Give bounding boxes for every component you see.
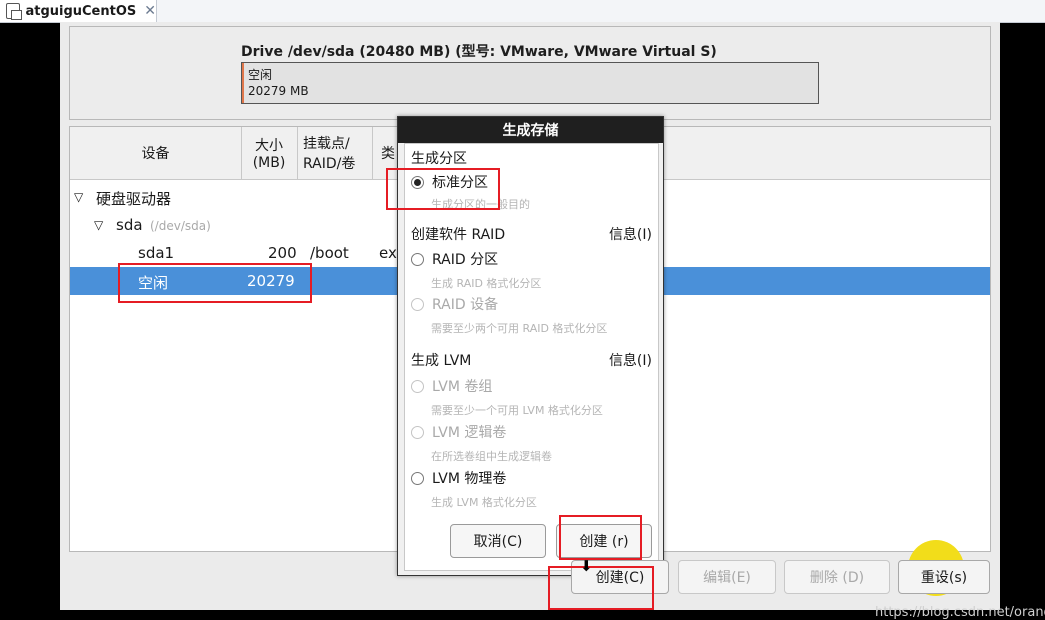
row-size: 200 bbox=[268, 244, 297, 262]
vm-icon bbox=[6, 3, 23, 20]
row-device: sda1 bbox=[138, 244, 175, 262]
opt-lvm-physical-label: LVM 物理卷 bbox=[432, 471, 507, 487]
down-arrow-icon: ⬇ bbox=[580, 557, 593, 575]
close-icon[interactable]: ✕ bbox=[144, 3, 156, 19]
row-mount: /boot bbox=[310, 244, 349, 262]
opt-lvm-group-label: LVM 卷组 bbox=[432, 379, 493, 395]
edit-button[interactable]: 编辑(E) bbox=[678, 560, 776, 594]
radio-icon bbox=[411, 471, 424, 485]
radio-lvm-physical[interactable]: LVM 物理卷 bbox=[411, 468, 506, 488]
radio-icon bbox=[411, 425, 424, 439]
dialog-title: 生成存储 bbox=[398, 117, 663, 143]
radio-lvm-logical: LVM 逻辑卷 bbox=[411, 422, 506, 442]
opt-lvm-logical-desc: 在所选卷组中生成逻辑卷 bbox=[431, 450, 552, 463]
sda-label: sda bbox=[116, 216, 143, 234]
col-mount[interactable]: 挂载点/ RAID/卷 bbox=[297, 127, 373, 179]
opt-lvm-logical-label: LVM 逻辑卷 bbox=[432, 425, 507, 441]
col-mount-label-1: 挂载点/ bbox=[303, 136, 350, 152]
opt-lvm-group-desc: 需要至少一个可用 LVM 格式化分区 bbox=[431, 404, 603, 417]
vm-screen: Drive /dev/sda (20480 MB) (型号: VMware, V… bbox=[60, 22, 1045, 620]
tab-vm[interactable]: atguiguCentOS ✕ bbox=[0, 0, 157, 22]
highlight-standard-partition bbox=[386, 168, 500, 210]
watermark: https://blog.csdn.net/orangerfun bbox=[875, 605, 1045, 620]
section-raid: 创建软件 RAID bbox=[411, 227, 506, 243]
expand-triangle-icon[interactable]: ▽ bbox=[94, 218, 103, 232]
opt-lvm-physical-desc: 生成 LVM 格式化分区 bbox=[431, 496, 537, 509]
cancel-button[interactable]: 取消(C) bbox=[450, 524, 546, 558]
drive-bar: 空闲 20279 MB bbox=[241, 62, 819, 104]
tab-title: atguiguCentOS bbox=[25, 3, 137, 19]
free-segment-label: 空闲 20279 MB bbox=[248, 67, 309, 99]
col-mount-label-2: RAID/卷 bbox=[303, 156, 356, 172]
opt-raid-partition-desc: 生成 RAID 格式化分区 bbox=[431, 277, 542, 290]
tree-root-label: 硬盘驱动器 bbox=[96, 190, 172, 208]
highlight-free-row bbox=[118, 263, 312, 303]
expand-triangle-icon[interactable]: ▽ bbox=[74, 190, 83, 204]
radio-raid-device: RAID 设备 bbox=[411, 294, 498, 314]
free-size: 20279 MB bbox=[248, 84, 309, 98]
lvm-info-button[interactable]: 信息(I) bbox=[609, 350, 652, 370]
opt-raid-device-label: RAID 设备 bbox=[432, 297, 499, 313]
section-lvm: 生成 LVM bbox=[411, 353, 472, 369]
col-size[interactable]: 大小 (MB) bbox=[241, 127, 298, 179]
radio-lvm-group: LVM 卷组 bbox=[411, 376, 492, 396]
reset-button[interactable]: 重设(s) bbox=[898, 560, 990, 594]
delete-button[interactable]: 删除 (D) bbox=[784, 560, 890, 594]
col-device[interactable]: 设备 bbox=[70, 127, 242, 179]
col-device-label: 设备 bbox=[141, 146, 170, 162]
drive-panel: Drive /dev/sda (20480 MB) (型号: VMware, V… bbox=[69, 26, 991, 120]
highlight-bottom-create bbox=[548, 566, 654, 610]
radio-icon bbox=[411, 297, 424, 311]
col-type-label: 类 bbox=[381, 146, 395, 162]
sda-path: (/dev/sda) bbox=[150, 219, 211, 233]
row-type: ex bbox=[379, 244, 397, 262]
raid-info-button[interactable]: 信息(I) bbox=[609, 224, 652, 244]
radio-icon bbox=[411, 379, 424, 393]
drive-title: Drive /dev/sda (20480 MB) (型号: VMware, V… bbox=[241, 44, 717, 60]
opt-raid-partition-label: RAID 分区 bbox=[432, 252, 499, 268]
free-label: 空闲 bbox=[248, 68, 273, 82]
col-size-label-1: 大小 bbox=[254, 138, 283, 154]
col-size-label-2: (MB) bbox=[252, 155, 286, 171]
boot-segment bbox=[242, 63, 244, 103]
highlight-create-button bbox=[559, 515, 642, 560]
radio-icon bbox=[411, 252, 424, 266]
opt-raid-device-desc: 需要至少两个可用 RAID 格式化分区 bbox=[431, 322, 608, 335]
radio-raid-partition[interactable]: RAID 分区 bbox=[411, 249, 498, 269]
tab-bar: atguiguCentOS ✕ bbox=[0, 0, 1045, 23]
section-partition: 生成分区 bbox=[411, 151, 467, 167]
